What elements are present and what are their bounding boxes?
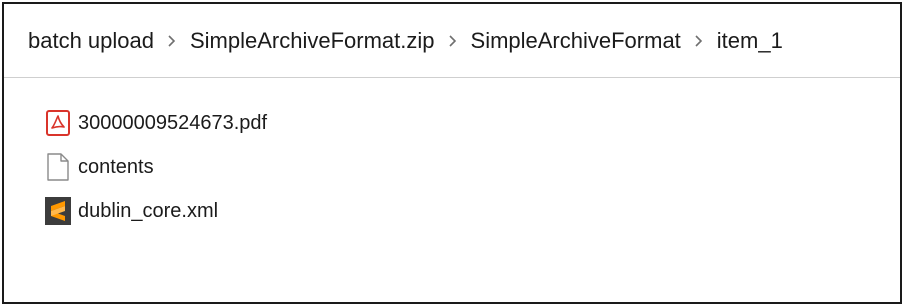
sublime-text-file-icon: [44, 196, 72, 226]
file-row-contents[interactable]: contents: [44, 145, 444, 189]
chevron-right-icon[interactable]: [681, 34, 717, 48]
file-explorer-window: batch upload SimpleArchiveFormat.zip Sim…: [2, 2, 902, 304]
breadcrumb-item-zip[interactable]: SimpleArchiveFormat.zip: [190, 27, 435, 55]
breadcrumb-item-batch-upload[interactable]: batch upload: [28, 27, 154, 55]
chevron-right-icon[interactable]: [435, 34, 471, 48]
file-row-dublin-core[interactable]: dublin_core.xml: [44, 189, 444, 233]
blank-file-icon: [44, 152, 72, 182]
chevron-right-icon[interactable]: [154, 34, 190, 48]
file-list: 30000009524673.pdf contents dublin_core.…: [44, 101, 444, 233]
file-name: contents: [78, 156, 154, 178]
breadcrumb: batch upload SimpleArchiveFormat.zip Sim…: [4, 4, 900, 78]
file-name: 30000009524673.pdf: [78, 112, 268, 134]
breadcrumb-item-simple-archive-format[interactable]: SimpleArchiveFormat: [471, 27, 681, 55]
pdf-file-icon: [44, 108, 72, 138]
breadcrumb-item-item-1[interactable]: item_1: [717, 27, 783, 55]
file-name: dublin_core.xml: [78, 200, 219, 222]
file-row-pdf[interactable]: 30000009524673.pdf: [44, 101, 444, 145]
